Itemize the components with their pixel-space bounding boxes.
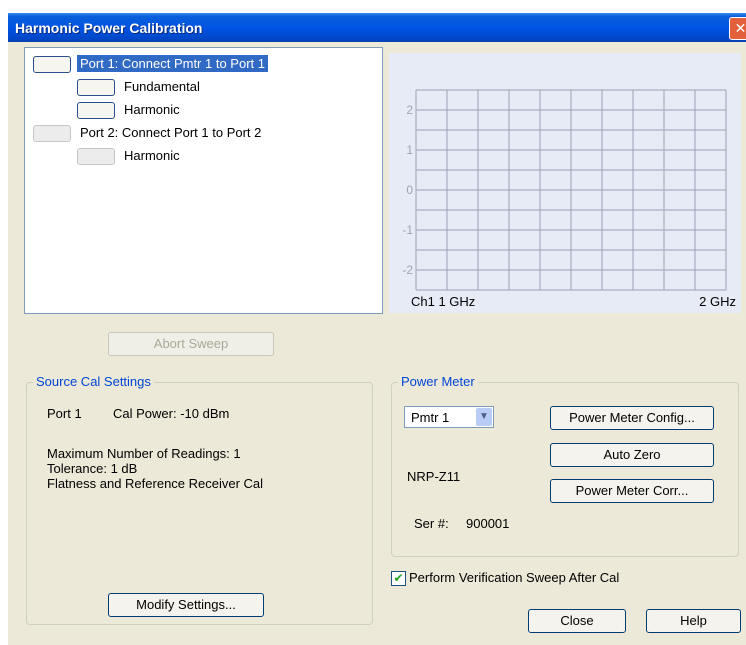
- power-meter-select-value: Pmtr 1: [411, 410, 450, 425]
- tolerance-label: Tolerance: 1 dB: [47, 461, 138, 476]
- abort-sweep-button[interactable]: Abort Sweep: [108, 332, 274, 356]
- tree-item-label: Harmonic: [124, 148, 180, 163]
- chevron-down-icon[interactable]: ▼: [476, 408, 492, 426]
- step-status-button[interactable]: [33, 56, 71, 73]
- y-tick-label: -2: [402, 263, 413, 277]
- auto-zero-button[interactable]: Auto Zero: [550, 443, 714, 467]
- help-button[interactable]: Help: [646, 609, 741, 633]
- window-title: Harmonic Power Calibration: [15, 20, 203, 36]
- power-meter-corr-button[interactable]: Power Meter Corr...: [550, 479, 714, 503]
- power-meter-group: Power Meter Pmtr 1 ▼ Power Meter Config.…: [391, 374, 739, 557]
- channel-label: Ch1 1 GHz: [411, 294, 475, 309]
- flatness-label: Flatness and Reference Receiver Cal: [47, 476, 264, 491]
- power-meter-select[interactable]: Pmtr 1 ▼: [404, 406, 494, 428]
- tree-item-label: Fundamental: [124, 79, 200, 94]
- power-meter-title: Power Meter: [398, 374, 478, 389]
- cal-power-label: Cal Power: -10 dBm: [113, 406, 230, 421]
- tree-item-label: Port 2: Connect Port 1 to Port 2: [80, 125, 262, 140]
- modify-settings-button[interactable]: Modify Settings...: [108, 593, 264, 617]
- max-readings-label: Maximum Number of Readings: 1: [47, 446, 241, 461]
- source-cal-settings-group: Source Cal Settings Port 1 Cal Power: -1…: [26, 374, 373, 625]
- power-meter-config-button[interactable]: Power Meter Config...: [550, 406, 714, 430]
- y-tick-label: 0: [406, 183, 413, 197]
- verification-label[interactable]: Perform Verification Sweep After Cal: [409, 570, 619, 585]
- y-tick-label: -1: [402, 223, 413, 237]
- step-status-button: [77, 148, 115, 165]
- serial-value: 900001: [466, 516, 510, 531]
- dialog-window: Harmonic Power Calibration ✕ Port 1: Con…: [8, 13, 746, 645]
- y-tick-label: 2: [406, 103, 413, 117]
- calibration-steps-tree[interactable]: Port 1: Connect Pmtr 1 to Port 1 Fundame…: [24, 47, 383, 314]
- verification-checkbox[interactable]: ✔: [391, 571, 406, 586]
- tree-item-label: Port 1: Connect Pmtr 1 to Port 1: [77, 55, 268, 72]
- power-meter-model: NRP-Z11: [407, 469, 461, 484]
- step-status-button: [33, 125, 71, 142]
- trace-chart-svg: 2 1 0 -1 -2 Ch1 1 GHz 2 GHz: [402, 89, 736, 309]
- source-cal-settings-title: Source Cal Settings: [33, 374, 154, 389]
- step-status-button[interactable]: [77, 79, 115, 96]
- stop-frequency-label: 2 GHz: [699, 294, 736, 309]
- y-tick-label: 1: [406, 143, 413, 157]
- close-button[interactable]: Close: [528, 609, 626, 633]
- close-window-icon[interactable]: ✕: [729, 17, 746, 40]
- tree-item-label: Harmonic: [124, 102, 180, 117]
- port-label: Port 1: [47, 406, 82, 421]
- title-bar[interactable]: Harmonic Power Calibration ✕: [8, 13, 746, 42]
- step-status-button[interactable]: [77, 102, 115, 119]
- serial-label: Ser #:: [414, 516, 449, 531]
- trace-chart: 2 1 0 -1 -2 Ch1 1 GHz 2 GHz: [389, 53, 741, 313]
